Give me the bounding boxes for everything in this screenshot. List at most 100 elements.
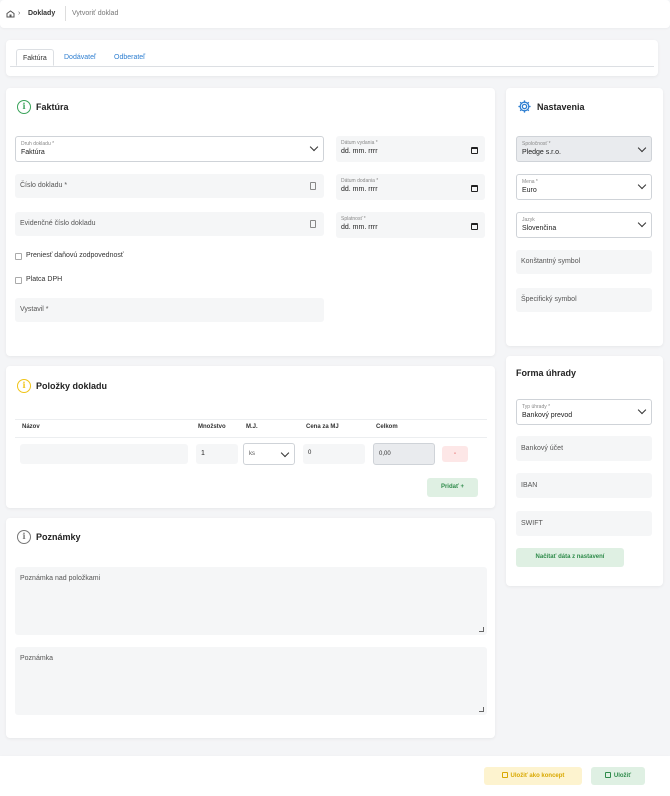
- table-row-divider: [15, 437, 487, 438]
- save-draft-label: Uložiť ako koncept: [510, 773, 565, 779]
- splatnost-input[interactable]: Splatnosť * dd. mm. rrrr: [336, 212, 485, 238]
- typ-uhrady-select[interactable]: Typ úhrady * Bankový prevod: [516, 399, 652, 425]
- evidencne-cislo-input[interactable]: Evidenčné číslo dokladu: [15, 212, 324, 236]
- druh-dokladu-value: Faktúra: [21, 149, 45, 156]
- calendar-icon[interactable]: [471, 185, 478, 192]
- table-header-divider: [15, 419, 487, 420]
- datum-vydania-value: dd. mm. rrrr: [341, 148, 378, 155]
- chevron-down-icon: [637, 143, 647, 153]
- typ-uhrady-label: Typ úhrady *: [522, 404, 551, 410]
- col-nazov: Názov: [22, 424, 40, 430]
- faktura-card: i Faktúra Druh dokladu * Faktúra Číslo d…: [6, 88, 495, 356]
- spolocnost-select[interactable]: Spoločnosť * Pledge s.r.o.: [516, 136, 652, 162]
- gear-icon: [518, 100, 531, 113]
- polozka-nazov-input[interactable]: [20, 444, 188, 464]
- jazyk-value: Slovenčina: [522, 225, 557, 232]
- datum-dodania-label: Dátum dodania *: [341, 178, 379, 184]
- specificky-symbol-input[interactable]: Špecifický symbol: [516, 288, 652, 312]
- breadcrumb-divider: [65, 6, 66, 21]
- resize-handle-icon[interactable]: [479, 707, 484, 712]
- chevron-down-icon: [637, 180, 647, 190]
- polozky-card: i Položky dokladu Názov Množstvo M.J. Ce…: [6, 366, 495, 508]
- mena-value: Euro: [522, 187, 537, 194]
- resize-handle-icon[interactable]: [479, 627, 484, 632]
- splatnost-value: dd. mm. rrrr: [341, 224, 378, 231]
- datum-dodania-input[interactable]: Dátum dodania * dd. mm. rrrr: [336, 174, 485, 200]
- swift-placeholder: SWIFT: [521, 520, 543, 527]
- bankovy-ucet-placeholder: Bankový účet: [521, 445, 564, 452]
- polozka-mj-select[interactable]: ks: [243, 443, 295, 465]
- bankovy-ucet-input[interactable]: Bankový účet: [516, 436, 652, 461]
- polozka-mnozstvo-value: 1: [201, 450, 205, 457]
- save-draft-button[interactable]: Uložiť ako koncept: [484, 767, 582, 785]
- datum-vydania-input[interactable]: Dátum vydania * dd. mm. rrrr: [336, 136, 485, 162]
- clipboard-icon[interactable]: [310, 182, 316, 190]
- calendar-icon[interactable]: [471, 147, 478, 154]
- poznamka-nad-polozkami-placeholder: Poznámka nad položkami: [20, 575, 101, 582]
- konstantny-symbol-placeholder: Konštantný symbol: [521, 258, 581, 265]
- splatnost-label: Splatnosť *: [341, 216, 366, 222]
- save-icon: [501, 772, 508, 778]
- home-icon[interactable]: [6, 10, 15, 18]
- druh-dokladu-select[interactable]: Druh dokladu * Faktúra: [15, 136, 324, 162]
- konstantny-symbol-input[interactable]: Konštantný symbol: [516, 250, 652, 274]
- faktura-title: Faktúra: [36, 102, 69, 112]
- info-icon: i: [17, 379, 31, 393]
- druh-dokladu-label: Druh dokladu *: [21, 141, 55, 147]
- top-bar: › Doklady Vytvoriť doklad: [0, 0, 670, 28]
- datum-vydania-label: Dátum vydania *: [341, 140, 378, 146]
- save-button[interactable]: Uložiť: [591, 767, 645, 785]
- polozka-cena-input[interactable]: 0: [303, 444, 365, 464]
- col-mj: M.J.: [246, 424, 258, 430]
- polozka-mnozstvo-input[interactable]: 1: [196, 444, 238, 464]
- evidencne-cislo-placeholder: Evidenčné číslo dokladu: [20, 220, 96, 227]
- clipboard-icon[interactable]: [310, 220, 316, 228]
- mena-label: Mena *: [522, 179, 538, 185]
- iban-input[interactable]: IBAN: [516, 473, 652, 498]
- tab-odberatel[interactable]: Odberateľ: [108, 49, 151, 66]
- polozka-cena-value: 0: [308, 450, 312, 456]
- col-celkom: Celkom: [376, 424, 398, 430]
- cislo-dokladu-input[interactable]: Číslo dokladu *: [15, 174, 324, 198]
- chevron-down-icon: [637, 405, 647, 415]
- polozky-title: Položky dokladu: [36, 381, 108, 391]
- tab-faktura[interactable]: Faktúra: [16, 49, 54, 66]
- breadcrumb-doklady[interactable]: Doklady: [28, 10, 55, 17]
- tabs-underline: [10, 66, 654, 67]
- poznamka-nad-polozkami-textarea[interactable]: Poznámka nad položkami: [15, 567, 487, 635]
- col-cena: Cena za MJ: [306, 424, 339, 430]
- mena-select[interactable]: Mena * Euro: [516, 174, 652, 200]
- poznamky-card: i Poznámky Poznámka nad položkami Poznám…: [6, 518, 495, 738]
- tab-dodavatel[interactable]: Dodávateľ: [58, 49, 102, 66]
- remove-row-button[interactable]: -: [442, 446, 468, 462]
- poznamka-textarea[interactable]: Poznámka: [15, 647, 487, 715]
- polozka-celkom-output: 0,00: [373, 443, 435, 465]
- jazyk-select[interactable]: Jazyk Slovenčina: [516, 212, 652, 238]
- nacitat-data-button[interactable]: Načítať dáta z nastavení: [516, 548, 624, 567]
- chevron-down-icon: [280, 448, 290, 458]
- swift-input[interactable]: SWIFT: [516, 511, 652, 536]
- tabs-bar: Faktúra Dodávateľ Odberateľ: [6, 40, 658, 76]
- spolocnost-label: Spoločnosť *: [522, 141, 551, 147]
- info-icon: i: [17, 530, 31, 544]
- save-icon: [604, 772, 611, 778]
- chevron-down-icon: [309, 142, 319, 152]
- prenies-checkbox[interactable]: [15, 253, 22, 260]
- typ-uhrady-value: Bankový prevod: [522, 412, 573, 419]
- nastavenia-title: Nastavenia: [537, 102, 585, 112]
- add-item-button[interactable]: Pridať +: [427, 478, 478, 497]
- nastavenia-card: Nastavenia Spoločnosť * Pledge s.r.o. Me…: [506, 88, 663, 346]
- col-mnozstvo: Množstvo: [198, 424, 226, 430]
- vystavil-placeholder: Vystavil *: [20, 306, 49, 313]
- forma-uhrady-title: Forma úhrady: [516, 368, 577, 378]
- poznamka-placeholder: Poznámka: [20, 655, 54, 662]
- prenies-label: Preniesť daňovú zodpovednosť: [26, 252, 124, 259]
- platca-dph-checkbox[interactable]: [15, 277, 22, 284]
- save-label: Uložiť: [613, 773, 632, 779]
- jazyk-label: Jazyk: [522, 217, 535, 223]
- calendar-icon[interactable]: [471, 223, 478, 230]
- spolocnost-value: Pledge s.r.o.: [522, 149, 561, 156]
- vystavil-input[interactable]: Vystavil *: [15, 298, 324, 322]
- footer-bar: Uložiť ako koncept Uložiť: [0, 756, 670, 796]
- forma-uhrady-card: Forma úhrady Typ úhrady * Bankový prevod…: [506, 356, 663, 586]
